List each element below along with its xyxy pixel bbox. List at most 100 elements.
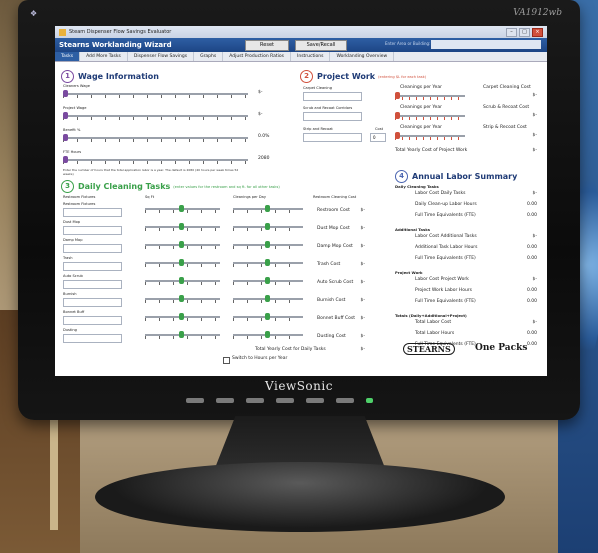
summary-row-value: $-	[532, 191, 538, 196]
wage-value: $-	[258, 112, 263, 117]
daily-slider[interactable]	[233, 241, 303, 249]
slider-knob[interactable]	[265, 259, 270, 266]
project-cost-value: $-	[532, 93, 538, 98]
strip-sqft-input[interactable]	[303, 133, 362, 142]
summary-row-label: Additional Task Labor Hours	[415, 245, 478, 250]
hours-per-year-checkbox[interactable]	[223, 357, 230, 364]
slider-knob[interactable]	[179, 295, 184, 302]
app-title: Stearns Worklanding Wizard	[59, 41, 172, 49]
daily-slider[interactable]	[145, 205, 220, 213]
wage-slider[interactable]	[63, 90, 248, 98]
summary-group-head: Totals (Daily+Additional+Project)	[395, 313, 467, 318]
slider-knob[interactable]	[265, 241, 270, 248]
cost-input[interactable]: 0	[370, 133, 386, 142]
monitor-button[interactable]	[276, 398, 294, 403]
daily-slider[interactable]	[233, 331, 303, 339]
task-quantity-input[interactable]	[63, 226, 122, 235]
cleanings-slider[interactable]	[395, 92, 465, 100]
slider-knob[interactable]	[179, 313, 184, 320]
daily-slider[interactable]	[233, 205, 303, 213]
daily-slider[interactable]	[233, 295, 303, 303]
cleanings-slider[interactable]	[395, 112, 465, 120]
daily-slider[interactable]	[233, 259, 303, 267]
project-cost-label: Scrub & Recoat Cost	[483, 105, 530, 110]
slider-knob[interactable]	[179, 277, 184, 284]
tab-tasks[interactable]: Tasks	[55, 52, 81, 61]
area-input[interactable]	[431, 40, 541, 49]
slider-knob[interactable]	[179, 241, 184, 248]
wage-slider[interactable]	[63, 134, 248, 142]
slider-knob[interactable]	[265, 331, 270, 338]
wage-slider[interactable]	[63, 112, 248, 120]
task-quantity-input[interactable]	[63, 298, 122, 307]
minimize-button[interactable]: –	[506, 27, 517, 37]
slider-knob[interactable]	[265, 205, 270, 212]
power-led[interactable]	[366, 398, 373, 403]
close-button[interactable]: ×	[532, 27, 543, 37]
tab-adjust-production-ratios[interactable]: Adjust Production Ratios	[223, 52, 292, 61]
monitor-button[interactable]	[186, 398, 204, 403]
daily-slider[interactable]	[145, 331, 220, 339]
daily-slider[interactable]	[233, 277, 303, 285]
slider-knob[interactable]	[179, 259, 184, 266]
daily-slider[interactable]	[145, 277, 220, 285]
summary-row-label: Full Time Equivalents (FTE)	[415, 299, 476, 304]
task-quantity-input[interactable]	[63, 262, 122, 271]
monitor-buttons[interactable]	[186, 398, 373, 403]
slider-knob[interactable]	[63, 90, 68, 97]
daily-cost-value: $-	[360, 244, 366, 249]
slider-knob[interactable]	[395, 92, 400, 99]
project-task-label: Carpet Cleaning	[303, 86, 332, 90]
slider-knob[interactable]	[265, 277, 270, 284]
monitor-button[interactable]	[306, 398, 324, 403]
summary-row-value: 0.00	[526, 342, 537, 347]
tab-worklanding-overview[interactable]: Worklanding Overview	[330, 52, 395, 61]
monitor-button[interactable]	[216, 398, 234, 403]
task-quantity-input[interactable]	[63, 280, 122, 289]
window-titlebar: Steam Dispenser Flow Savings Evaluator –…	[55, 26, 547, 38]
monitor-button[interactable]	[246, 398, 264, 403]
slider-knob[interactable]	[63, 156, 68, 163]
scrub-sqft-input[interactable]	[303, 112, 362, 121]
daily-slider[interactable]	[145, 313, 220, 321]
task-quantity-input[interactable]	[63, 316, 122, 325]
summary-row-label: Full Time Equivalents (FTE)	[415, 256, 476, 261]
monitor-button[interactable]	[336, 398, 354, 403]
maximize-button[interactable]: □	[519, 27, 530, 37]
daily-slider[interactable]	[145, 259, 220, 267]
daily-slider[interactable]	[145, 241, 220, 249]
daily-slider[interactable]	[145, 295, 220, 303]
task-quantity-input[interactable]	[63, 334, 122, 343]
daily-cost-value: $-	[360, 298, 366, 303]
tab-instructions[interactable]: Instructions	[291, 52, 331, 61]
task-quantity-input[interactable]	[63, 208, 122, 217]
slider-knob[interactable]	[179, 223, 184, 230]
summary-row-value: 0.00	[526, 299, 537, 304]
slider-knob[interactable]	[265, 313, 270, 320]
slider-knob[interactable]	[265, 295, 270, 302]
task-quantity-input[interactable]	[63, 244, 122, 253]
save-recall-button[interactable]: Save/Recall	[295, 40, 347, 51]
summary-row-label: Project Work Labor Hours	[415, 288, 472, 293]
summary-row-label: Labor Cost Daily Tasks	[415, 191, 466, 196]
carpet-sqft-input[interactable]	[303, 92, 362, 101]
daily-slider[interactable]	[233, 223, 303, 231]
daily-slider[interactable]	[233, 313, 303, 321]
tab-add-more-tasks[interactable]: Add More Tasks	[80, 52, 128, 61]
summary-row-value: $-	[532, 277, 538, 282]
slider-knob[interactable]	[395, 112, 400, 119]
tab-dispenser-flow-savings[interactable]: Dispenser Flow Savings	[128, 52, 195, 61]
daily-slider[interactable]	[145, 223, 220, 231]
slider-knob[interactable]	[395, 132, 400, 139]
slider-knob[interactable]	[179, 205, 184, 212]
reset-button[interactable]: Reset	[245, 40, 289, 51]
slider-knob[interactable]	[63, 134, 68, 141]
slider-knob[interactable]	[265, 223, 270, 230]
summary-row-label: Total Labor Cost	[415, 320, 452, 325]
tab-graphs[interactable]: Graphs	[194, 52, 224, 61]
slider-knob[interactable]	[179, 331, 184, 338]
wage-slider[interactable]	[63, 156, 248, 164]
summary-group-head: Project Work	[395, 270, 423, 275]
slider-knob[interactable]	[63, 112, 68, 119]
cleanings-slider[interactable]	[395, 132, 465, 140]
